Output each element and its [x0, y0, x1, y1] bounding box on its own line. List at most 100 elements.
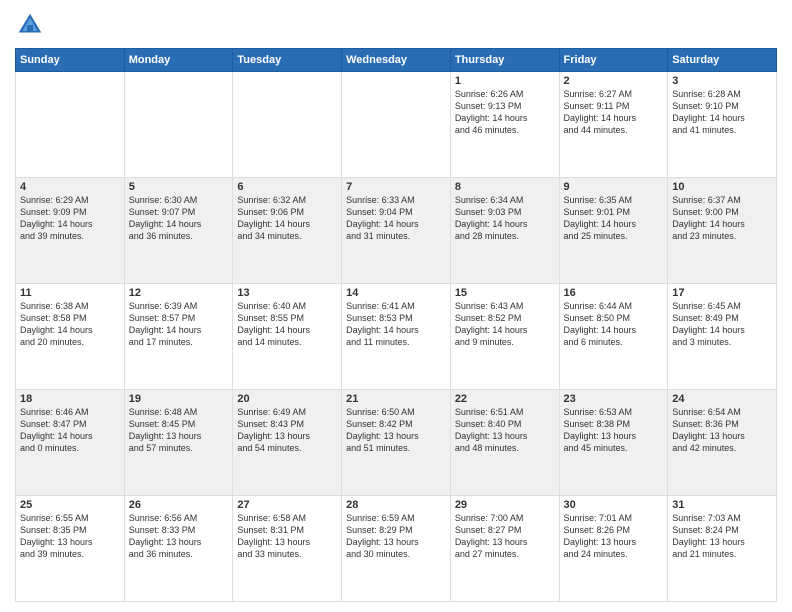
- day-cell: 24Sunrise: 6:54 AM Sunset: 8:36 PM Dayli…: [668, 390, 777, 496]
- day-cell: 19Sunrise: 6:48 AM Sunset: 8:45 PM Dayli…: [124, 390, 233, 496]
- day-cell: 13Sunrise: 6:40 AM Sunset: 8:55 PM Dayli…: [233, 284, 342, 390]
- header: [15, 10, 777, 40]
- day-cell: 30Sunrise: 7:01 AM Sunset: 8:26 PM Dayli…: [559, 496, 668, 602]
- day-header-thursday: Thursday: [450, 49, 559, 72]
- day-info: Sunrise: 6:51 AM Sunset: 8:40 PM Dayligh…: [455, 406, 555, 455]
- day-header-friday: Friday: [559, 49, 668, 72]
- day-cell: 25Sunrise: 6:55 AM Sunset: 8:35 PM Dayli…: [16, 496, 125, 602]
- day-number: 6: [237, 181, 337, 193]
- day-number: 16: [564, 287, 664, 299]
- day-header-saturday: Saturday: [668, 49, 777, 72]
- day-number: 14: [346, 287, 446, 299]
- day-info: Sunrise: 6:46 AM Sunset: 8:47 PM Dayligh…: [20, 406, 120, 455]
- day-number: 28: [346, 499, 446, 511]
- day-info: Sunrise: 6:26 AM Sunset: 9:13 PM Dayligh…: [455, 88, 555, 137]
- day-info: Sunrise: 6:30 AM Sunset: 9:07 PM Dayligh…: [129, 194, 229, 243]
- day-number: 20: [237, 393, 337, 405]
- day-cell: 20Sunrise: 6:49 AM Sunset: 8:43 PM Dayli…: [233, 390, 342, 496]
- logo-icon: [15, 10, 45, 40]
- day-cell: [124, 72, 233, 178]
- day-number: 4: [20, 181, 120, 193]
- day-info: Sunrise: 7:03 AM Sunset: 8:24 PM Dayligh…: [672, 512, 772, 561]
- day-cell: 7Sunrise: 6:33 AM Sunset: 9:04 PM Daylig…: [342, 178, 451, 284]
- day-number: 9: [564, 181, 664, 193]
- day-cell: 14Sunrise: 6:41 AM Sunset: 8:53 PM Dayli…: [342, 284, 451, 390]
- day-cell: 21Sunrise: 6:50 AM Sunset: 8:42 PM Dayli…: [342, 390, 451, 496]
- day-info: Sunrise: 6:55 AM Sunset: 8:35 PM Dayligh…: [20, 512, 120, 561]
- page: SundayMondayTuesdayWednesdayThursdayFrid…: [0, 0, 792, 612]
- week-row-2: 4Sunrise: 6:29 AM Sunset: 9:09 PM Daylig…: [16, 178, 777, 284]
- day-info: Sunrise: 6:35 AM Sunset: 9:01 PM Dayligh…: [564, 194, 664, 243]
- day-number: 7: [346, 181, 446, 193]
- day-number: 30: [564, 499, 664, 511]
- day-header-sunday: Sunday: [16, 49, 125, 72]
- day-info: Sunrise: 6:34 AM Sunset: 9:03 PM Dayligh…: [455, 194, 555, 243]
- day-cell: 18Sunrise: 6:46 AM Sunset: 8:47 PM Dayli…: [16, 390, 125, 496]
- day-cell: 1Sunrise: 6:26 AM Sunset: 9:13 PM Daylig…: [450, 72, 559, 178]
- day-number: 12: [129, 287, 229, 299]
- day-number: 1: [455, 75, 555, 87]
- day-cell: [16, 72, 125, 178]
- day-number: 13: [237, 287, 337, 299]
- day-cell: [342, 72, 451, 178]
- day-number: 31: [672, 499, 772, 511]
- logo: [15, 10, 49, 40]
- day-cell: 27Sunrise: 6:58 AM Sunset: 8:31 PM Dayli…: [233, 496, 342, 602]
- day-info: Sunrise: 6:59 AM Sunset: 8:29 PM Dayligh…: [346, 512, 446, 561]
- day-cell: [233, 72, 342, 178]
- day-info: Sunrise: 6:28 AM Sunset: 9:10 PM Dayligh…: [672, 88, 772, 137]
- day-number: 8: [455, 181, 555, 193]
- day-info: Sunrise: 6:27 AM Sunset: 9:11 PM Dayligh…: [564, 88, 664, 137]
- day-info: Sunrise: 6:56 AM Sunset: 8:33 PM Dayligh…: [129, 512, 229, 561]
- day-info: Sunrise: 6:39 AM Sunset: 8:57 PM Dayligh…: [129, 300, 229, 349]
- day-info: Sunrise: 6:44 AM Sunset: 8:50 PM Dayligh…: [564, 300, 664, 349]
- day-header-monday: Monday: [124, 49, 233, 72]
- day-cell: 26Sunrise: 6:56 AM Sunset: 8:33 PM Dayli…: [124, 496, 233, 602]
- day-number: 17: [672, 287, 772, 299]
- day-info: Sunrise: 6:45 AM Sunset: 8:49 PM Dayligh…: [672, 300, 772, 349]
- day-cell: 16Sunrise: 6:44 AM Sunset: 8:50 PM Dayli…: [559, 284, 668, 390]
- day-info: Sunrise: 6:43 AM Sunset: 8:52 PM Dayligh…: [455, 300, 555, 349]
- day-cell: 28Sunrise: 6:59 AM Sunset: 8:29 PM Dayli…: [342, 496, 451, 602]
- day-info: Sunrise: 6:49 AM Sunset: 8:43 PM Dayligh…: [237, 406, 337, 455]
- day-info: Sunrise: 6:50 AM Sunset: 8:42 PM Dayligh…: [346, 406, 446, 455]
- day-number: 26: [129, 499, 229, 511]
- day-cell: 9Sunrise: 6:35 AM Sunset: 9:01 PM Daylig…: [559, 178, 668, 284]
- day-cell: 17Sunrise: 6:45 AM Sunset: 8:49 PM Dayli…: [668, 284, 777, 390]
- day-number: 24: [672, 393, 772, 405]
- day-cell: 4Sunrise: 6:29 AM Sunset: 9:09 PM Daylig…: [16, 178, 125, 284]
- day-cell: 5Sunrise: 6:30 AM Sunset: 9:07 PM Daylig…: [124, 178, 233, 284]
- day-cell: 22Sunrise: 6:51 AM Sunset: 8:40 PM Dayli…: [450, 390, 559, 496]
- day-number: 2: [564, 75, 664, 87]
- day-cell: 29Sunrise: 7:00 AM Sunset: 8:27 PM Dayli…: [450, 496, 559, 602]
- day-info: Sunrise: 6:41 AM Sunset: 8:53 PM Dayligh…: [346, 300, 446, 349]
- day-cell: 31Sunrise: 7:03 AM Sunset: 8:24 PM Dayli…: [668, 496, 777, 602]
- week-row-5: 25Sunrise: 6:55 AM Sunset: 8:35 PM Dayli…: [16, 496, 777, 602]
- day-number: 22: [455, 393, 555, 405]
- week-row-1: 1Sunrise: 6:26 AM Sunset: 9:13 PM Daylig…: [16, 72, 777, 178]
- day-number: 29: [455, 499, 555, 511]
- day-number: 18: [20, 393, 120, 405]
- day-cell: 6Sunrise: 6:32 AM Sunset: 9:06 PM Daylig…: [233, 178, 342, 284]
- day-cell: 23Sunrise: 6:53 AM Sunset: 8:38 PM Dayli…: [559, 390, 668, 496]
- day-header-tuesday: Tuesday: [233, 49, 342, 72]
- day-info: Sunrise: 7:01 AM Sunset: 8:26 PM Dayligh…: [564, 512, 664, 561]
- calendar-table: SundayMondayTuesdayWednesdayThursdayFrid…: [15, 48, 777, 602]
- day-header-wednesday: Wednesday: [342, 49, 451, 72]
- day-number: 10: [672, 181, 772, 193]
- day-info: Sunrise: 6:38 AM Sunset: 8:58 PM Dayligh…: [20, 300, 120, 349]
- day-number: 23: [564, 393, 664, 405]
- day-number: 25: [20, 499, 120, 511]
- day-info: Sunrise: 6:33 AM Sunset: 9:04 PM Dayligh…: [346, 194, 446, 243]
- day-number: 11: [20, 287, 120, 299]
- day-info: Sunrise: 6:40 AM Sunset: 8:55 PM Dayligh…: [237, 300, 337, 349]
- day-cell: 3Sunrise: 6:28 AM Sunset: 9:10 PM Daylig…: [668, 72, 777, 178]
- day-cell: 10Sunrise: 6:37 AM Sunset: 9:00 PM Dayli…: [668, 178, 777, 284]
- day-number: 5: [129, 181, 229, 193]
- day-info: Sunrise: 6:29 AM Sunset: 9:09 PM Dayligh…: [20, 194, 120, 243]
- day-number: 3: [672, 75, 772, 87]
- week-row-3: 11Sunrise: 6:38 AM Sunset: 8:58 PM Dayli…: [16, 284, 777, 390]
- day-cell: 2Sunrise: 6:27 AM Sunset: 9:11 PM Daylig…: [559, 72, 668, 178]
- day-info: Sunrise: 6:32 AM Sunset: 9:06 PM Dayligh…: [237, 194, 337, 243]
- day-info: Sunrise: 7:00 AM Sunset: 8:27 PM Dayligh…: [455, 512, 555, 561]
